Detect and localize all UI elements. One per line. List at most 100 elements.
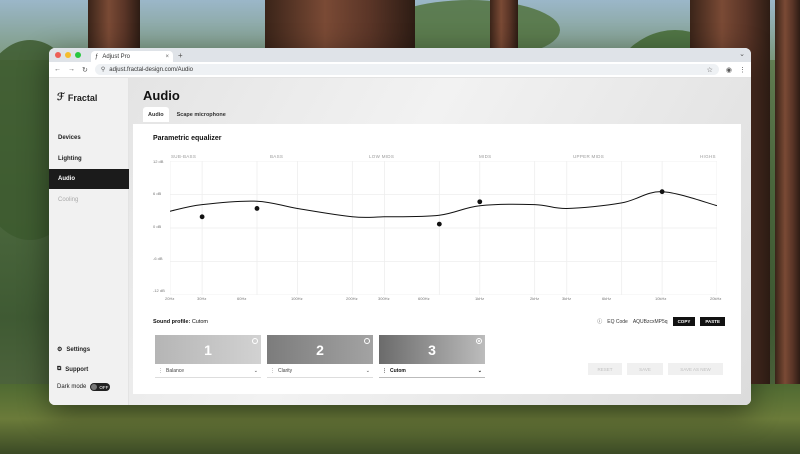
gear-icon: ⚙ <box>57 347 63 353</box>
back-arrow-icon[interactable]: ← <box>54 66 61 73</box>
y-tick-label: 6 dB <box>153 191 162 196</box>
sidebar-item-label: Lighting <box>58 156 82 162</box>
close-window-button[interactable] <box>55 52 61 58</box>
x-tick-label: 10kHz <box>655 296 667 301</box>
preset-tile[interactable]: 3 <box>379 335 485 364</box>
more-menu-icon[interactable]: ⋮ <box>739 66 746 74</box>
preset-select[interactable]: ⋮ Clarity ⌄ <box>267 364 373 378</box>
eq-control-point[interactable] <box>659 189 665 195</box>
x-tick-label: 60Hz <box>237 296 247 301</box>
preset-tile[interactable]: 2 <box>267 335 373 364</box>
tab-scape-microphone[interactable]: Scape microphone <box>172 107 231 122</box>
url-text: adjust.fractal-design.com/Audio <box>109 66 193 73</box>
window-controls <box>55 52 81 58</box>
fractal-logo-icon: ℱ <box>57 92 65 103</box>
preset-name: Clarity <box>278 367 293 374</box>
preset-card[interactable]: 1 ⋮ Balance ⌄ <box>155 335 261 378</box>
info-icon[interactable]: ⓘ <box>597 318 602 325</box>
bookmark-star-icon[interactable]: ☆ <box>707 66 713 74</box>
sidebar-item-devices[interactable]: Devices <box>49 128 129 148</box>
main-content: Audio Audio Scape microphone Parametric … <box>129 78 751 405</box>
fractal-favicon-icon: ƒ <box>95 53 99 60</box>
eq-control-point[interactable] <box>477 199 483 205</box>
equalizer-title: Parametric equalizer <box>153 135 222 142</box>
preset-card[interactable]: 3 ⋮ Cutom ⌄ <box>379 335 485 378</box>
sound-profile-value: Cutom <box>191 319 209 325</box>
url-field[interactable]: ⚲ adjust.fractal-design.com/Audio ☆ <box>94 64 719 75</box>
eq-control-point[interactable] <box>436 221 442 227</box>
reset-button[interactable]: RESET <box>588 363 622 375</box>
band-label: UPPER MIDS <box>573 154 605 159</box>
preset-card[interactable]: 2 ⋮ Clarity ⌄ <box>267 335 373 378</box>
x-tick-label: 300Hz <box>378 296 390 301</box>
x-tick-label: 600Hz <box>418 296 430 301</box>
y-tick-label: 0 dB <box>153 224 162 229</box>
toggle-state: OFF <box>99 384 109 390</box>
preset-select[interactable]: ⋮ Balance ⌄ <box>155 364 261 378</box>
drag-handle-icon[interactable]: ⋮ <box>382 368 387 374</box>
preset-radio-selected[interactable] <box>476 338 482 344</box>
browser-tab[interactable]: ƒ Adjust Pro × <box>91 51 173 62</box>
chevron-down-icon: ⌄ <box>477 367 482 374</box>
settings-label: Settings <box>66 346 91 353</box>
preset-radio[interactable] <box>252 338 258 344</box>
new-tab-button[interactable]: + <box>178 51 183 60</box>
dark-mode-label: Dark mode <box>57 384 87 390</box>
x-tick-label: 2kHz <box>530 296 540 301</box>
support-label: Support <box>65 366 89 373</box>
equalizer-card: Parametric equalizer SUB-BASS BASS LOW M… <box>133 124 741 394</box>
x-tick-label: 30Hz <box>197 296 207 301</box>
chevron-down-icon[interactable]: ⌄ <box>739 50 745 58</box>
paste-button[interactable]: PASTE <box>700 317 725 326</box>
drag-handle-icon[interactable]: ⋮ <box>158 368 163 374</box>
browser-window: ƒ Adjust Pro × + ⌄ ← → ↻ ⚲ adjust.fracta… <box>49 48 751 405</box>
copy-button[interactable]: COPY <box>672 317 696 326</box>
y-tick-label: -12 dB <box>153 288 165 293</box>
sidebar-item-audio[interactable]: Audio <box>49 169 129 189</box>
x-tick-label: 6kHz <box>602 296 612 301</box>
dark-mode-row: Dark mode OFF <box>57 383 111 391</box>
y-tick-label: -6 dB <box>153 256 163 261</box>
eq-control-point[interactable] <box>254 206 260 211</box>
site-info-icon[interactable]: ⚲ <box>101 66 105 73</box>
band-label: HIGHS <box>700 154 716 159</box>
settings-link[interactable]: ⚙ Settings <box>57 346 91 354</box>
tab-audio[interactable]: Audio <box>143 107 169 122</box>
drag-handle-icon[interactable]: ⋮ <box>270 368 275 374</box>
eq-code-value: AQUBzcxMP5q <box>632 318 668 325</box>
save-as-new-button[interactable]: SAVE AS NEW <box>668 363 723 375</box>
support-link[interactable]: ⧉ Support <box>57 366 88 373</box>
logo-text: Fractal <box>67 92 98 103</box>
app: ℱ Fractal Devices Lighting Audio Cooling… <box>49 78 751 405</box>
sidebar-item-lighting[interactable]: Lighting <box>49 149 129 169</box>
chevron-down-icon: ⌄ <box>253 367 258 374</box>
tab-bar: ƒ Adjust Pro × + ⌄ <box>49 48 751 62</box>
equalizer-graph[interactable] <box>170 161 717 295</box>
reload-icon[interactable]: ↻ <box>82 66 88 74</box>
preset-name: Balance <box>166 367 185 374</box>
x-tick-label: 20kHz <box>710 296 722 301</box>
dark-mode-toggle[interactable]: OFF <box>90 383 111 391</box>
save-button[interactable]: SAVE <box>627 363 663 375</box>
account-icon[interactable]: ◉ <box>726 66 732 74</box>
eq-code-bar: ⓘ EQ Code AQUBzcxMP5q COPY PASTE <box>597 317 725 326</box>
fractal-logo: ℱ Fractal <box>57 92 97 103</box>
maximize-window-button[interactable] <box>75 52 81 58</box>
close-tab-icon[interactable]: × <box>165 54 169 60</box>
profile-actions: RESET SAVE SAVE AS NEW <box>588 363 723 375</box>
x-tick-label: 3kHz <box>562 296 572 301</box>
preset-name: Cutom <box>390 367 406 374</box>
x-tick-label: 20Hz <box>165 296 175 301</box>
sound-profile-line: Sound profile: Cutom <box>153 319 208 325</box>
band-label: LOW MIDS <box>369 154 395 159</box>
external-link-icon: ⧉ <box>57 366 62 372</box>
minimize-window-button[interactable] <box>65 52 71 58</box>
preset-select[interactable]: ⋮ Cutom ⌄ <box>379 364 485 378</box>
forward-arrow-icon[interactable]: → <box>68 66 75 73</box>
preset-tile[interactable]: 1 <box>155 335 261 364</box>
x-tick-label: 1kHz <box>475 296 485 301</box>
band-label: BASS <box>270 154 284 159</box>
x-tick-label: 100Hz <box>291 296 303 301</box>
preset-radio[interactable] <box>364 338 370 344</box>
eq-control-point[interactable] <box>199 214 205 220</box>
